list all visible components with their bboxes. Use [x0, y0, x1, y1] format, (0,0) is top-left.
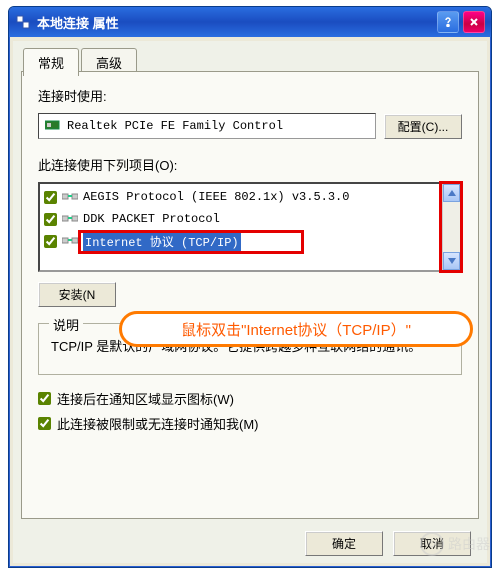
watermark: ↻ 路由器	[420, 532, 490, 556]
callout-text: 鼠标双击"Internet协议（TCP/IP）"	[181, 319, 411, 340]
protocol-icon	[61, 236, 79, 246]
description-legend: 说明	[49, 315, 83, 334]
network-icon	[15, 14, 31, 30]
item-checkbox[interactable]	[44, 235, 57, 248]
ok-button[interactable]: 确定	[305, 531, 383, 556]
adapter-box: Realtek PCIe FE Family Control	[38, 113, 376, 139]
protocol-icon	[61, 214, 79, 224]
window-title: 本地连接 属性	[37, 13, 433, 32]
panel-general: 连接时使用: Realtek PCIe FE Family Control 配置…	[21, 71, 479, 519]
scroll-up-button[interactable]	[443, 184, 460, 202]
adapter-row: Realtek PCIe FE Family Control 配置(C)...	[38, 113, 462, 139]
connect-using-label: 连接时使用:	[38, 86, 462, 105]
scroll-down-button[interactable]	[443, 252, 460, 270]
notify-checkbox[interactable]	[38, 417, 51, 430]
protocol-icon	[61, 192, 79, 202]
list-items-container: AEGIS Protocol (IEEE 802.1x) v3.5.3.0 DD…	[40, 184, 442, 270]
list-item-selected[interactable]: Internet 协议 (TCP/IP)	[42, 230, 440, 252]
notify-checkbox-row[interactable]: 此连接被限制或无连接时通知我(M)	[38, 414, 462, 433]
item-label: DDK PACKET Protocol	[83, 212, 220, 226]
item-checkbox[interactable]	[44, 191, 57, 204]
dialog-window: 本地连接 属性 常规 高级 连接时使用: Realtek PCIe FE Fam…	[8, 6, 492, 568]
list-item[interactable]: AEGIS Protocol (IEEE 802.1x) v3.5.3.0	[42, 186, 440, 208]
items-listbox[interactable]: AEGIS Protocol (IEEE 802.1x) v3.5.3.0 DD…	[38, 182, 462, 272]
dialog-footer: 确定 取消	[13, 523, 487, 563]
item-label: AEGIS Protocol (IEEE 802.1x) v3.5.3.0	[83, 190, 349, 204]
items-label: 此连接使用下列项目(O):	[38, 155, 462, 174]
item-buttons-row: 安装(N	[38, 282, 462, 307]
install-button[interactable]: 安装(N	[38, 282, 116, 307]
show-icon-label: 连接后在通知区域显示图标(W)	[57, 389, 234, 408]
notify-label: 此连接被限制或无连接时通知我(M)	[57, 414, 259, 433]
list-item[interactable]: DDK PACKET Protocol	[42, 208, 440, 230]
titlebar[interactable]: 本地连接 属性	[9, 7, 491, 37]
dialog-body: 常规 高级 连接时使用: Realtek PCIe FE Family Cont…	[13, 41, 487, 563]
adapter-name: Realtek PCIe FE Family Control	[67, 119, 283, 133]
annotation-callout: 鼠标双击"Internet协议（TCP/IP）"	[119, 311, 473, 347]
show-icon-checkbox[interactable]	[38, 392, 51, 405]
close-button[interactable]	[463, 11, 485, 33]
help-button[interactable]	[437, 11, 459, 33]
item-checkbox[interactable]	[44, 213, 57, 226]
show-icon-checkbox-row[interactable]: 连接后在通知区域显示图标(W)	[38, 389, 462, 408]
watermark-text: 路由器	[448, 534, 490, 554]
watermark-icon: ↻	[420, 532, 444, 556]
tab-general[interactable]: 常规	[23, 48, 79, 76]
scrollbar[interactable]	[442, 184, 460, 270]
item-label: Internet 协议 (TCP/IP)	[83, 232, 241, 251]
configure-button[interactable]: 配置(C)...	[384, 114, 462, 139]
nic-icon	[45, 119, 61, 133]
